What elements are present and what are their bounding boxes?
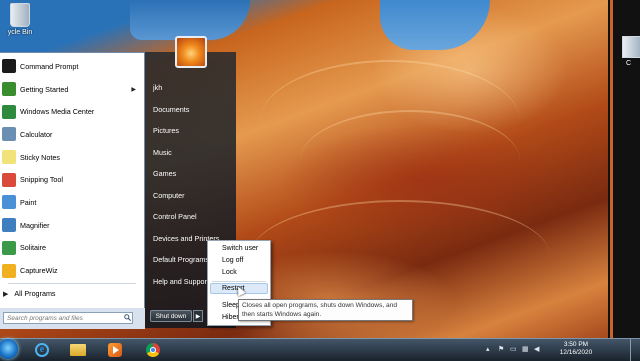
recycle-bin-icon: [10, 3, 30, 27]
system-tray: ▴ ⚑ ▭ ▦ ◀: [486, 345, 541, 353]
command-prompt-icon: [2, 59, 16, 74]
clock[interactable]: 3:50 PM 12/16/2020: [556, 341, 596, 357]
shutdown-options-arrow-icon[interactable]: ▶: [193, 310, 203, 322]
taskbar-internet-explorer[interactable]: e: [30, 340, 54, 360]
program-label: Command Prompt: [20, 61, 79, 71]
show-desktop-button[interactable]: [630, 339, 640, 361]
start-button-icon[interactable]: [0, 339, 18, 359]
media-center-icon: [2, 104, 16, 119]
menu-item-switch-user[interactable]: Switch user: [222, 245, 258, 252]
shutdown-button[interactable]: Shut down: [150, 310, 192, 322]
program-label: Windows Media Center: [20, 107, 95, 117]
search-icon[interactable]: [124, 314, 131, 321]
places-item[interactable]: Control Panel: [153, 211, 219, 233]
flag-icon[interactable]: ⚑: [498, 345, 505, 353]
program-label: Paint: [20, 197, 37, 207]
places-item[interactable]: Computer: [153, 190, 219, 212]
program-item[interactable]: Getting Started ▶: [0, 78, 144, 101]
tray-arrow-icon[interactable]: ▴: [486, 345, 493, 353]
clock-date: 12/16/2020: [559, 349, 593, 356]
getting-started-icon: [2, 82, 16, 97]
triangle-right-icon: ▶: [3, 290, 9, 298]
program-item[interactable]: Sticky Notes: [0, 146, 144, 169]
program-label: Sticky Notes: [20, 152, 60, 162]
desktop-icon-label: C: [626, 60, 632, 67]
program-item[interactable]: Snipping Tool: [0, 168, 144, 191]
start-menu: Command Prompt Getting Started ▶ Windows Me…: [0, 36, 236, 329]
program-label: CaptureWiz: [20, 266, 58, 276]
program-item[interactable]: Paint: [0, 191, 144, 214]
calculator-icon: [2, 127, 16, 142]
taskbar-media-player[interactable]: [103, 340, 127, 360]
rock-stripe: [250, 200, 550, 312]
desktop-icon[interactable]: [622, 36, 640, 58]
clock-time: 3:50 PM: [563, 341, 589, 348]
display-icon[interactable]: ▭: [510, 345, 517, 353]
program-item[interactable]: Solitaire: [0, 237, 144, 260]
media-player-icon: [108, 343, 122, 357]
restart-tooltip: Closes all open programs, shuts down Win…: [238, 299, 413, 321]
capturewiz-icon: [2, 263, 16, 278]
start-menu-programs-pane: Command Prompt Getting Started ▶ Windows Me…: [0, 52, 145, 329]
all-programs-button[interactable]: ▶ All Programs: [3, 289, 56, 298]
user-picture[interactable]: [175, 36, 207, 68]
places-item[interactable]: jkh: [153, 82, 219, 104]
program-label: Calculator: [20, 129, 53, 139]
submenu-arrow-icon: ▶: [131, 86, 136, 93]
divider: [8, 283, 136, 284]
solitaire-icon: [2, 240, 16, 255]
recycle-bin[interactable]: ycle Bin: [0, 3, 40, 36]
places-item[interactable]: Games: [153, 168, 219, 190]
chrome-icon: [146, 343, 160, 357]
program-item[interactable]: Magnifier: [0, 214, 144, 237]
internet-explorer-icon: e: [35, 343, 49, 357]
menu-item-log-off[interactable]: Log off: [222, 257, 243, 264]
paint-icon: [2, 195, 16, 210]
magnifier-icon: [2, 218, 16, 233]
snipping-tool-icon: [2, 172, 16, 187]
rock-stripe: [300, 110, 520, 212]
volume-icon[interactable]: ◀: [534, 345, 541, 353]
program-item[interactable]: CaptureWiz: [0, 259, 144, 282]
wallpaper-sky: [130, 0, 250, 40]
all-programs-label: All Programs: [14, 289, 56, 298]
wallpaper-sky: [380, 0, 490, 50]
menu-item-lock[interactable]: Lock: [222, 269, 237, 276]
taskbar-chrome[interactable]: [141, 340, 165, 360]
program-list: Command Prompt Getting Started ▶ Windows Me…: [0, 53, 144, 282]
places-item[interactable]: Documents: [153, 104, 219, 126]
folder-icon: [70, 344, 86, 356]
taskbar: e ▴ ⚑ ▭ ▦ ◀ 3:50 PM 12/16/2020: [0, 338, 640, 361]
taskbar-file-explorer[interactable]: [66, 340, 90, 360]
program-item[interactable]: Windows Media Center: [0, 100, 144, 123]
program-label: Magnifier: [20, 220, 50, 230]
search-input[interactable]: [3, 312, 133, 324]
program-label: Solitaire: [20, 243, 46, 253]
program-item[interactable]: Command Prompt: [0, 55, 144, 78]
divider: [212, 281, 266, 282]
recycle-bin-label: ycle Bin: [7, 29, 33, 36]
sticky-notes-icon: [2, 150, 16, 165]
program-label: Snipping Tool: [20, 175, 64, 185]
search-area: [0, 308, 145, 329]
places-item[interactable]: Pictures: [153, 125, 219, 147]
program-item[interactable]: Calculator: [0, 123, 144, 146]
network-icon[interactable]: ▦: [522, 345, 529, 353]
places-item[interactable]: Music: [153, 147, 219, 169]
program-label: Getting Started: [20, 84, 69, 94]
